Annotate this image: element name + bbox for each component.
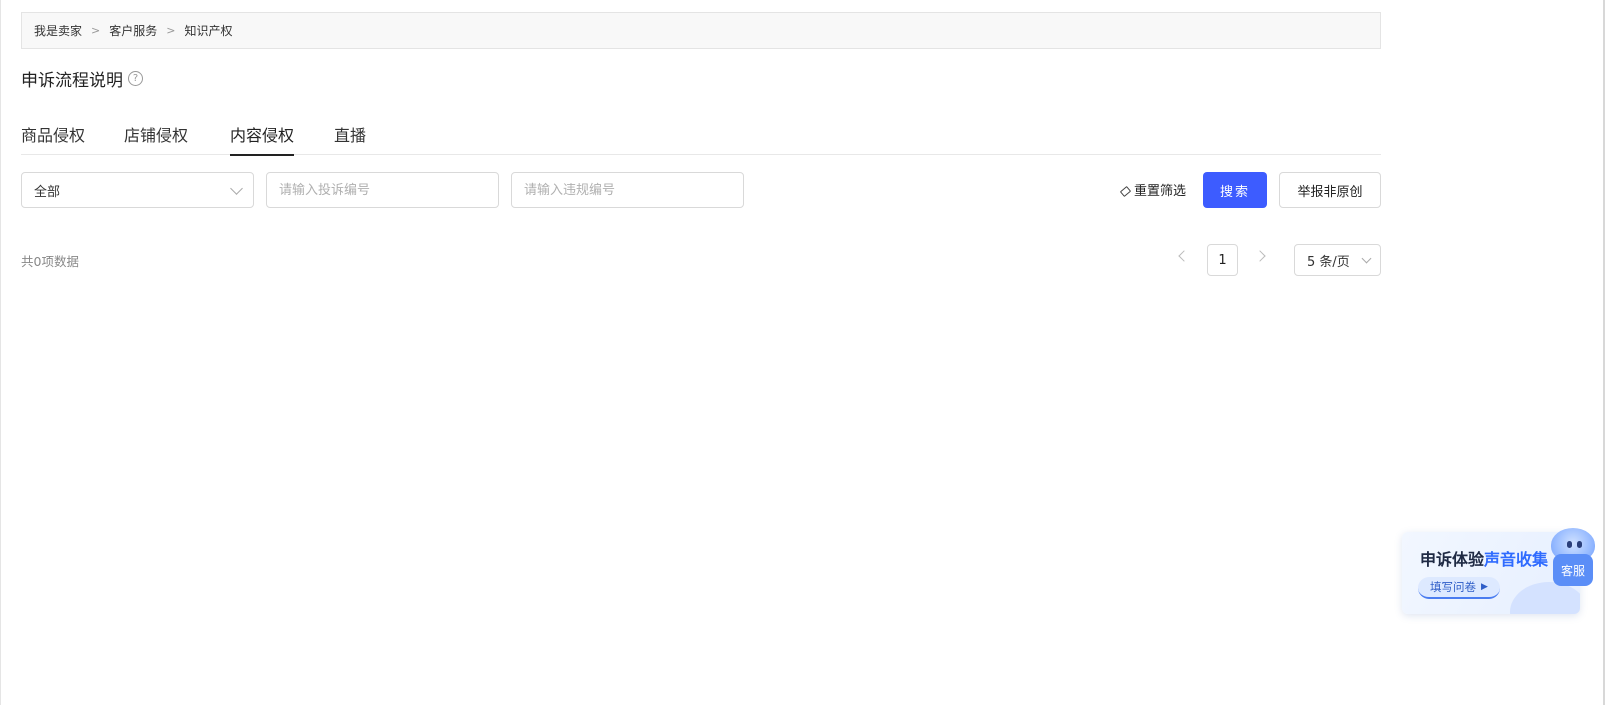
breadcrumb-ip: 知识产权 <box>184 24 233 38</box>
page-size-select[interactable]: 5 条/页 <box>1294 244 1381 276</box>
survey-title: 申诉体验声音收集 <box>1420 546 1548 570</box>
play-arrow-icon: ▶ <box>1481 582 1488 592</box>
mascot-eye <box>1577 541 1582 548</box>
breadcrumb-customer-service[interactable]: 客户服务 <box>109 22 157 39</box>
page-size-value: 5 条/页 <box>1307 254 1350 270</box>
tab-product-infringement[interactable]: 商品侵权 <box>21 122 85 155</box>
chevron-right-icon[interactable] <box>1254 250 1266 262</box>
mascot-eye <box>1567 541 1572 548</box>
survey-title-prefix: 申诉体验 <box>1420 550 1485 569</box>
report-non-original-button[interactable]: 举报非原创 <box>1279 172 1381 208</box>
customer-service-button[interactable]: 客服 <box>1548 528 1596 588</box>
complaint-number-input[interactable] <box>266 172 499 208</box>
page-number-button[interactable]: 1 <box>1207 244 1238 276</box>
total-count: 共0项数据 <box>21 254 79 269</box>
eraser-icon <box>1119 185 1132 197</box>
reset-filter-label: 重置筛选 <box>1134 184 1187 199</box>
fill-survey-button[interactable]: 填写问卷 ▶ <box>1418 577 1500 599</box>
page-title: 申诉流程说明 <box>21 71 123 91</box>
status-select[interactable]: 全部 <box>21 172 254 208</box>
page: 我是卖家 > 客户服务 > 知识产权 申诉流程说明 ? 商品侵权 店铺侵权 内容… <box>0 0 1605 719</box>
chevron-down-icon <box>1361 253 1372 264</box>
breadcrumb: 我是卖家 > 客户服务 > 知识产权 <box>21 12 1381 49</box>
reset-filter-button[interactable]: 重置筛选 <box>1119 180 1187 199</box>
left-border <box>0 0 1 705</box>
survey-title-highlight: 声音收集 <box>1484 550 1549 569</box>
violation-number-input[interactable] <box>511 172 744 208</box>
help-icon[interactable]: ? <box>128 71 143 86</box>
tab-store-infringement[interactable]: 店铺侵权 <box>124 122 188 155</box>
chevron-down-icon <box>230 181 243 195</box>
tab-content-infringement[interactable]: 内容侵权 <box>230 122 295 156</box>
fill-survey-label: 填写问卷 <box>1430 580 1477 594</box>
appeal-flow-title[interactable]: 申诉流程说明 ? <box>21 66 143 91</box>
chevron-left-icon[interactable] <box>1178 250 1190 262</box>
search-button[interactable]: 搜索 <box>1203 172 1267 208</box>
tab-live[interactable]: 直播 <box>334 122 366 155</box>
status-select-value: 全部 <box>34 184 61 200</box>
breadcrumb-separator: > <box>91 24 101 37</box>
tab-bar: 商品侵权 店铺侵权 内容侵权 直播 <box>21 116 1381 156</box>
customer-service-label: 客服 <box>1553 554 1593 586</box>
breadcrumb-seller[interactable]: 我是卖家 <box>34 22 82 39</box>
breadcrumb-separator: > <box>166 24 176 37</box>
